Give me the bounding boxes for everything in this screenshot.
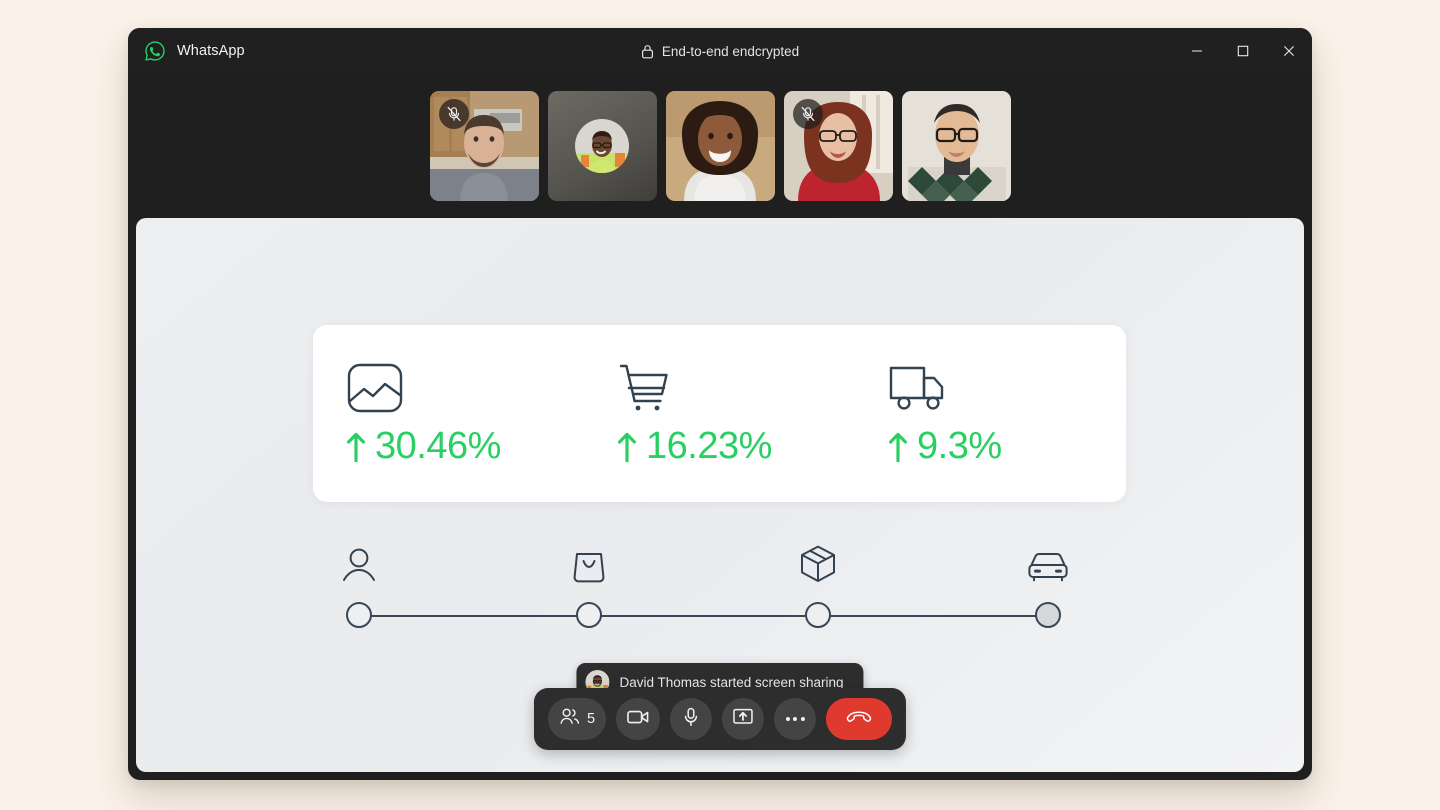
stat-value: 30.46% xyxy=(375,425,501,467)
participant-tile[interactable] xyxy=(547,91,657,201)
more-horizontal-icon xyxy=(785,717,805,721)
shopping-bag-icon xyxy=(572,538,606,584)
stat-value-row: 16.23% xyxy=(617,425,855,468)
participant-tile[interactable] xyxy=(901,91,1011,201)
video-camera-icon xyxy=(627,709,649,730)
stat-item: 9.3% xyxy=(855,325,1126,502)
call-control-bar: 5 xyxy=(533,688,907,750)
participant-video xyxy=(665,91,775,201)
whatsapp-logo-icon xyxy=(144,40,166,62)
participant-strip xyxy=(128,74,1312,218)
maximize-button[interactable] xyxy=(1220,28,1266,74)
lock-icon xyxy=(641,44,654,59)
package-box-icon xyxy=(799,538,837,584)
tracker-node-2[interactable] xyxy=(576,602,602,628)
encryption-label: End-to-end endcrypted xyxy=(661,43,800,59)
participant-video xyxy=(901,91,1011,201)
tracker-node-3[interactable] xyxy=(805,602,831,628)
app-brand: WhatsApp xyxy=(128,40,245,62)
stat-value: 16.23% xyxy=(646,425,772,467)
more-options-button[interactable] xyxy=(774,698,817,740)
shared-screen: 30.46% 16.23% 9.3% David Thomas started … xyxy=(136,218,1304,772)
arrow-up-icon xyxy=(888,432,908,462)
app-title: WhatsApp xyxy=(177,43,245,59)
minimize-button[interactable] xyxy=(1174,28,1220,74)
title-bar: WhatsApp End-to-end endcrypted xyxy=(128,28,1312,74)
stat-value-row: 30.46% xyxy=(346,425,584,468)
image-chart-icon xyxy=(346,359,584,417)
share-screen-button[interactable] xyxy=(722,698,765,740)
participant-tile[interactable] xyxy=(429,91,539,201)
camera-button[interactable] xyxy=(616,698,661,740)
tracker-rail xyxy=(359,615,1048,617)
tracker-node-1[interactable] xyxy=(346,602,372,628)
avatar xyxy=(575,119,629,173)
arrow-up-icon xyxy=(346,432,366,462)
microphone-button[interactable] xyxy=(670,698,713,740)
arrow-up-icon xyxy=(617,432,637,462)
stat-value-row: 9.3% xyxy=(888,425,1126,468)
microphone-icon xyxy=(683,707,699,732)
tracker-icons xyxy=(343,538,1068,584)
participant-tile[interactable] xyxy=(783,91,893,201)
stat-item: 30.46% xyxy=(313,325,584,502)
window-controls xyxy=(1174,28,1312,74)
participant-tile[interactable] xyxy=(665,91,775,201)
user-icon xyxy=(342,538,376,584)
stats-card: 30.46% 16.23% 9.3% xyxy=(313,325,1126,502)
shopping-cart-icon xyxy=(617,359,855,417)
tracker-rail-row xyxy=(346,596,1061,636)
encryption-indicator: End-to-end endcrypted xyxy=(128,28,1312,74)
mic-muted-icon xyxy=(792,99,823,129)
close-button[interactable] xyxy=(1266,28,1312,74)
end-call-button[interactable] xyxy=(826,698,893,740)
delivery-truck-icon xyxy=(888,359,1126,417)
participants-count: 5 xyxy=(586,711,596,727)
stat-value: 9.3% xyxy=(917,425,1002,467)
stat-item: 16.23% xyxy=(584,325,855,502)
people-icon xyxy=(559,707,580,731)
tracker-node-4[interactable] xyxy=(1035,602,1061,628)
order-progress-tracker xyxy=(343,538,1068,636)
mic-muted-icon xyxy=(438,99,469,129)
whatsapp-window: WhatsApp End-to-end endcrypted 30.46% 16… xyxy=(128,28,1312,780)
participants-button[interactable]: 5 xyxy=(547,698,607,740)
share-screen-icon xyxy=(733,708,753,730)
car-icon xyxy=(1027,538,1069,584)
end-call-icon xyxy=(846,710,872,729)
